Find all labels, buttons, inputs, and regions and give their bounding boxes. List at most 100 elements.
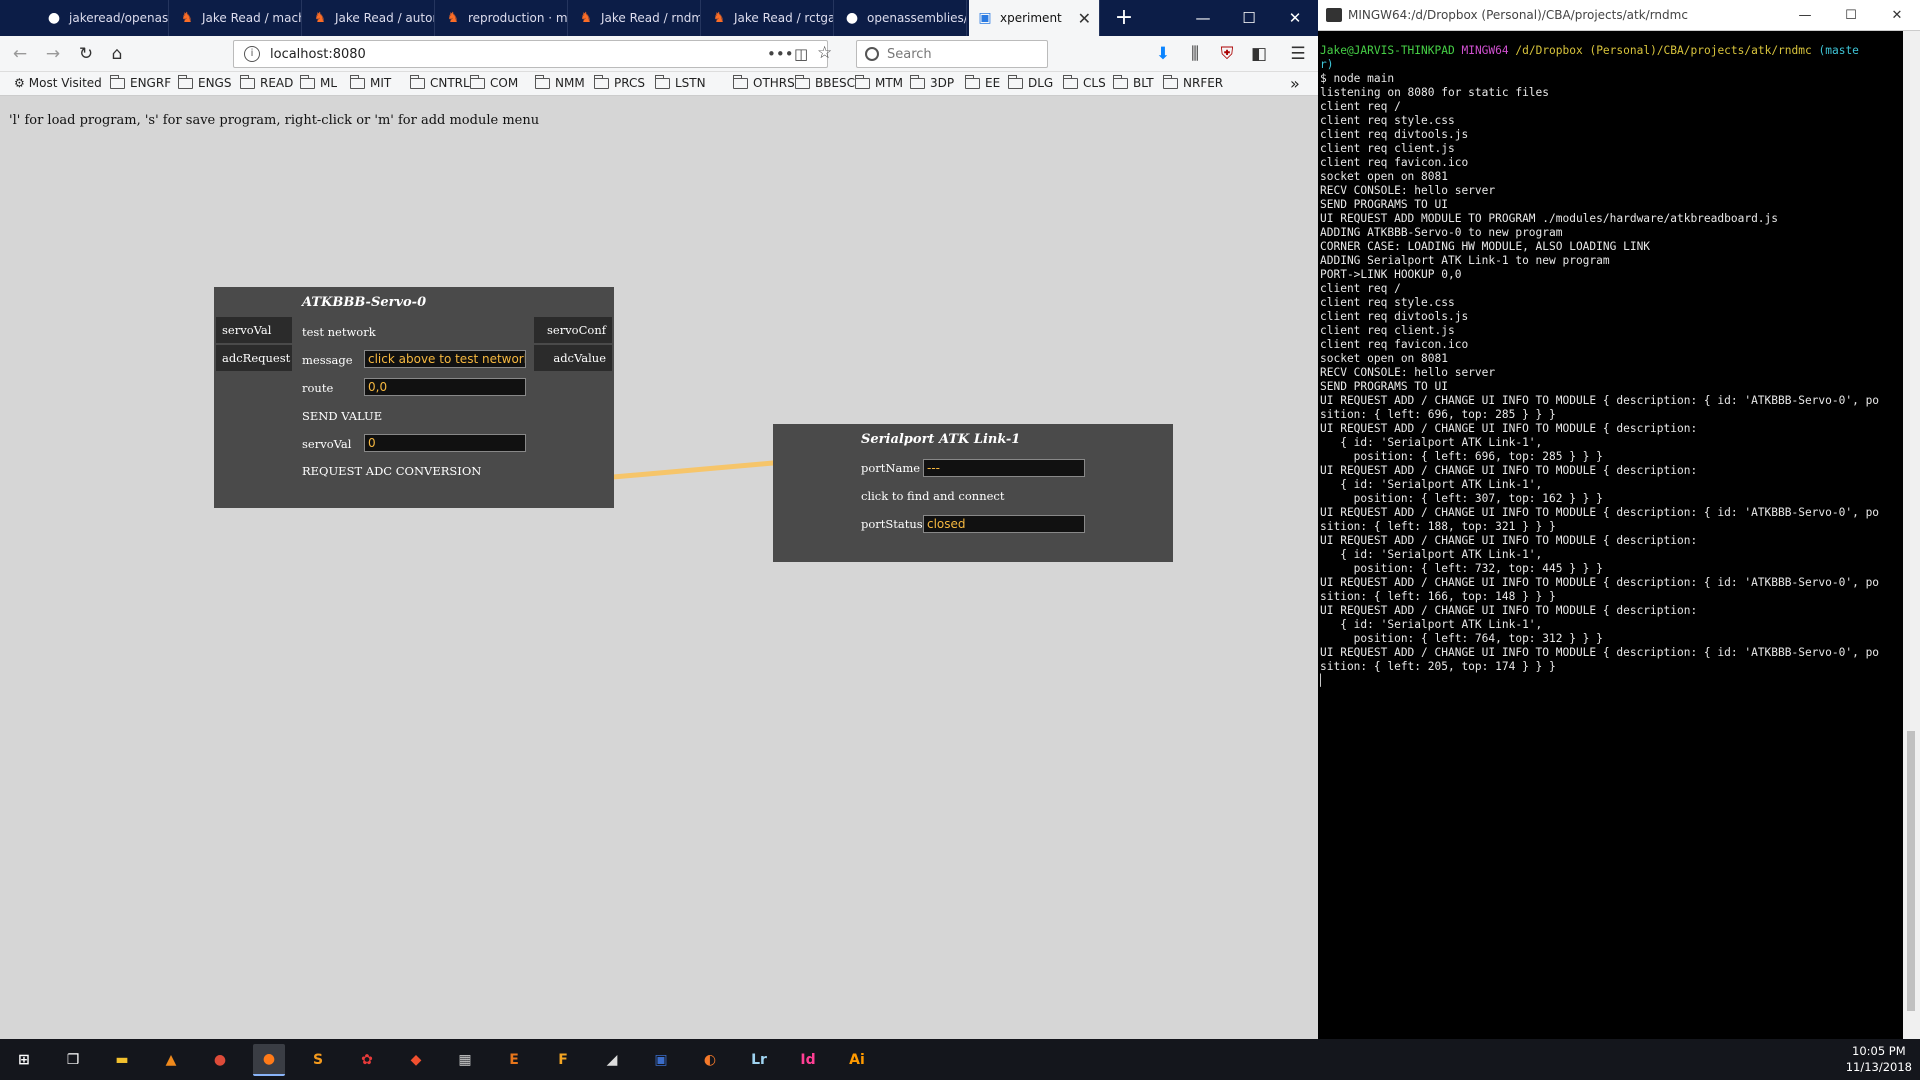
calculator-icon[interactable]: ▦ — [449, 1044, 481, 1076]
bookmark-bbesc[interactable]: BBESC — [794, 74, 855, 90]
home-icon[interactable]: ⌂ — [105, 42, 129, 66]
forward-icon[interactable]: → — [41, 42, 65, 66]
blender-icon[interactable]: ◐ — [694, 1044, 726, 1076]
bookmark-engs[interactable]: ENGS — [177, 74, 231, 90]
bookmark-3dp[interactable]: 3DP — [909, 74, 954, 90]
folder-icon — [534, 74, 550, 89]
module-atkbbb-servo[interactable]: ATKBBB-Servo-0 servoVal adcRequest servo… — [214, 287, 614, 508]
new-tab-button[interactable]: + — [1110, 4, 1138, 32]
downloads-icon[interactable]: ⬇ — [1151, 42, 1175, 66]
bookmark-othrs[interactable]: OTHRS — [732, 74, 795, 90]
terminal-window[interactable]: MINGW64:/d/Dropbox (Personal)/CBA/projec… — [1318, 0, 1920, 1039]
route-field[interactable]: 0,0 — [364, 378, 526, 396]
bookmark-prcs[interactable]: PRCS — [593, 74, 645, 90]
search-icon — [865, 47, 879, 61]
search-placeholder: Search — [887, 46, 932, 62]
menu-icon[interactable]: ☰ — [1286, 42, 1310, 66]
bookmark-mtm[interactable]: MTM — [854, 74, 903, 90]
bookmark-mit[interactable]: MIT — [349, 74, 391, 90]
tab-4[interactable]: ♞ Jake Read / rndm — [570, 0, 701, 36]
bookmark-ee[interactable]: EE — [964, 74, 1000, 90]
terminal-line: SEND PROGRAMS TO UI — [1320, 380, 1448, 393]
indesign-icon[interactable]: Id — [792, 1044, 824, 1076]
terminal-minimize-button[interactable]: — — [1782, 0, 1828, 31]
tab-3[interactable]: ♞ reproduction · m — [437, 0, 568, 36]
vlc-icon[interactable]: ▲ — [155, 1044, 187, 1076]
request-adc-button[interactable]: REQUEST ADC CONVERSION — [302, 464, 481, 478]
bookmark-com[interactable]: COM — [469, 74, 518, 90]
send-value-button[interactable]: SEND VALUE — [302, 409, 382, 423]
terminal-scrollbar[interactable] — [1903, 31, 1920, 1039]
output-port-adcvalue[interactable]: adcValue — [534, 345, 612, 371]
lightroom-icon[interactable]: Lr — [743, 1044, 775, 1076]
test-network-button[interactable]: test network — [302, 325, 376, 339]
url-bar[interactable]: i localhost:8080 ••• ◫ ☆ — [233, 40, 832, 68]
bookmark-star-icon[interactable]: ☆ — [817, 43, 832, 63]
terminal-output[interactable]: Jake@JARVIS-THINKPAD MINGW64 /d/Dropbox … — [1320, 44, 1902, 1034]
chrome-icon[interactable]: ● — [204, 1044, 236, 1076]
search-input[interactable]: Search — [856, 40, 1048, 68]
terminal-line: RECV CONSOLE: hello server — [1320, 184, 1496, 197]
close-tab-icon[interactable]: ✕ — [1078, 9, 1091, 28]
bookmarks-overflow-icon[interactable]: » — [1290, 74, 1300, 93]
page-actions-icon[interactable]: ••• — [767, 45, 794, 63]
info-icon[interactable]: i — [244, 46, 260, 62]
bookmark-blt[interactable]: BLT — [1112, 74, 1154, 90]
tab-5[interactable]: ♞ Jake Read / rctga — [703, 0, 834, 36]
portname-field[interactable]: --- — [923, 459, 1085, 477]
input-port-servoval[interactable]: servoVal — [216, 317, 292, 343]
sidebar-icon[interactable]: ◧ — [1247, 42, 1271, 66]
maximize-button[interactable]: ☐ — [1226, 0, 1272, 36]
inkscape-icon[interactable]: ◢ — [596, 1044, 628, 1076]
file-explorer-icon[interactable]: ▬ — [106, 1044, 138, 1076]
start-icon[interactable]: ⊞ — [8, 1044, 40, 1076]
terminal-line: { id: 'Serialport ATK Link-1', — [1320, 618, 1543, 631]
input-port-adcrequest[interactable]: adcRequest — [216, 345, 292, 371]
sublime-icon[interactable]: S — [302, 1044, 334, 1076]
tab-6[interactable]: ● openassemblies/ — [836, 0, 967, 36]
tab-7[interactable]: ▣ xperiment ✕ — [969, 0, 1100, 36]
library-icon[interactable]: ⫼ — [1183, 42, 1207, 66]
servoval-field[interactable]: 0 — [364, 434, 526, 452]
bookmark-cntrl[interactable]: CNTRL — [409, 74, 470, 90]
portstatus-field[interactable]: closed — [923, 515, 1085, 533]
app-red-icon[interactable]: ✿ — [351, 1044, 383, 1076]
terminal-close-button[interactable]: ✕ — [1874, 0, 1920, 31]
scrollbar-thumb[interactable] — [1907, 731, 1915, 1011]
bookmark-nmm[interactable]: NMM — [534, 74, 585, 90]
bookmark-cls[interactable]: CLS — [1062, 74, 1106, 90]
bookmark-read[interactable]: READ — [239, 74, 293, 90]
bookmark-engrf[interactable]: ENGRF — [109, 74, 171, 90]
bookmark-nrfer[interactable]: NRFER — [1162, 74, 1223, 90]
firefox-icon[interactable]: ● — [253, 1044, 285, 1076]
output-port-servoconf[interactable]: servoConf — [534, 317, 612, 343]
bookmark-label: ML — [320, 76, 338, 90]
task-view-icon[interactable]: ❐ — [57, 1044, 89, 1076]
tab-1[interactable]: ♞ Jake Read / mach — [171, 0, 302, 36]
portstatus-label: portStatus — [861, 517, 923, 531]
eagle-icon[interactable]: E — [498, 1044, 530, 1076]
terminal-maximize-button[interactable]: ☐ — [1828, 0, 1874, 31]
page-content[interactable]: 'l' for load program, 's' for save progr… — [0, 97, 1318, 1039]
bookmark-most-visited[interactable]: ⚙ Most Visited — [14, 76, 102, 90]
bookmark-ml[interactable]: ML — [299, 74, 338, 90]
git-icon[interactable]: ◆ — [400, 1044, 432, 1076]
system-clock[interactable]: 10:05 PM 11/13/2018 — [1846, 1043, 1912, 1075]
reload-icon[interactable]: ↻ — [74, 42, 98, 66]
pocket-icon[interactable]: ◫ — [794, 45, 808, 63]
bookmark-label: CLS — [1083, 76, 1106, 90]
module-serialport-link[interactable]: Serialport ATK Link-1 portName --- click… — [773, 424, 1173, 562]
fusion-icon[interactable]: F — [547, 1044, 579, 1076]
tab-0[interactable]: ● jakeread/openasi — [38, 0, 169, 36]
spyder-icon[interactable]: ▣ — [645, 1044, 677, 1076]
message-field[interactable]: click above to test network — [364, 350, 526, 368]
tab-2[interactable]: ♞ Jake Read / auton — [304, 0, 435, 36]
ublock-icon[interactable]: ⛨ — [1215, 42, 1239, 66]
bookmark-lstn[interactable]: LSTN — [654, 74, 706, 90]
illustrator-icon[interactable]: Ai — [841, 1044, 873, 1076]
find-connect-button[interactable]: click to find and connect — [861, 489, 1004, 503]
bookmark-dlg[interactable]: DLG — [1007, 74, 1053, 90]
minimize-button[interactable]: — — [1180, 0, 1226, 36]
close-window-button[interactable]: ✕ — [1272, 0, 1318, 36]
back-icon[interactable]: ← — [8, 42, 32, 66]
